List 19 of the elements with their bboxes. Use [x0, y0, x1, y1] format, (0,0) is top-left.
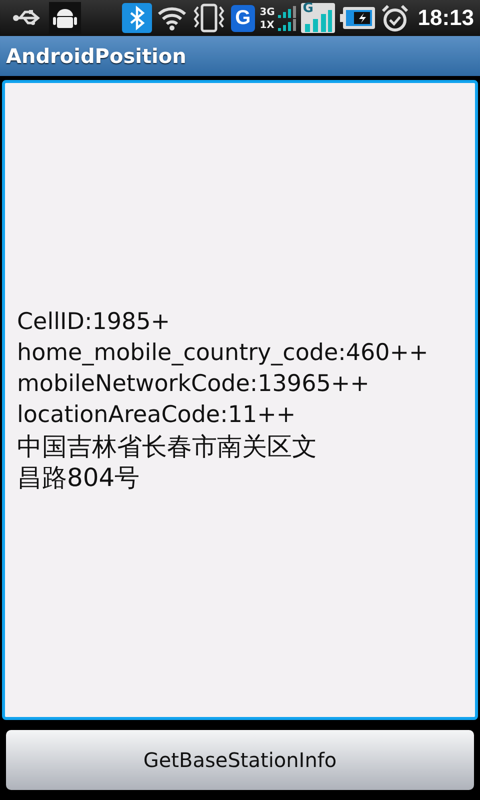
signal-icon — [278, 18, 296, 30]
network-label: 3G — [260, 6, 276, 18]
app-badge: G — [231, 4, 255, 32]
signal-icon — [278, 6, 296, 18]
vibrate-icon — [192, 3, 226, 33]
info-line: locationAreaCode:11++ — [17, 401, 297, 430]
signal-badge: G — [300, 3, 335, 33]
info-line: home_mobile_country_code:460++ — [17, 339, 430, 368]
clock-time: 18:13 — [418, 5, 474, 31]
info-line: mobileNetworkCode:13965++ — [17, 370, 370, 399]
get-info-button[interactable]: GetBaseStationInfo — [6, 730, 474, 790]
network-label: 1X — [260, 20, 276, 30]
bluetooth-icon — [122, 3, 152, 33]
info-line: CellID:1985+ — [17, 308, 172, 337]
info-line: 中国吉林省长春市南关区文昌路804号 — [17, 431, 318, 493]
alarm-clock-icon — [380, 4, 409, 32]
wifi-icon — [157, 5, 188, 31]
battery-icon — [340, 6, 376, 30]
window-title: AndroidPosition — [6, 44, 186, 68]
